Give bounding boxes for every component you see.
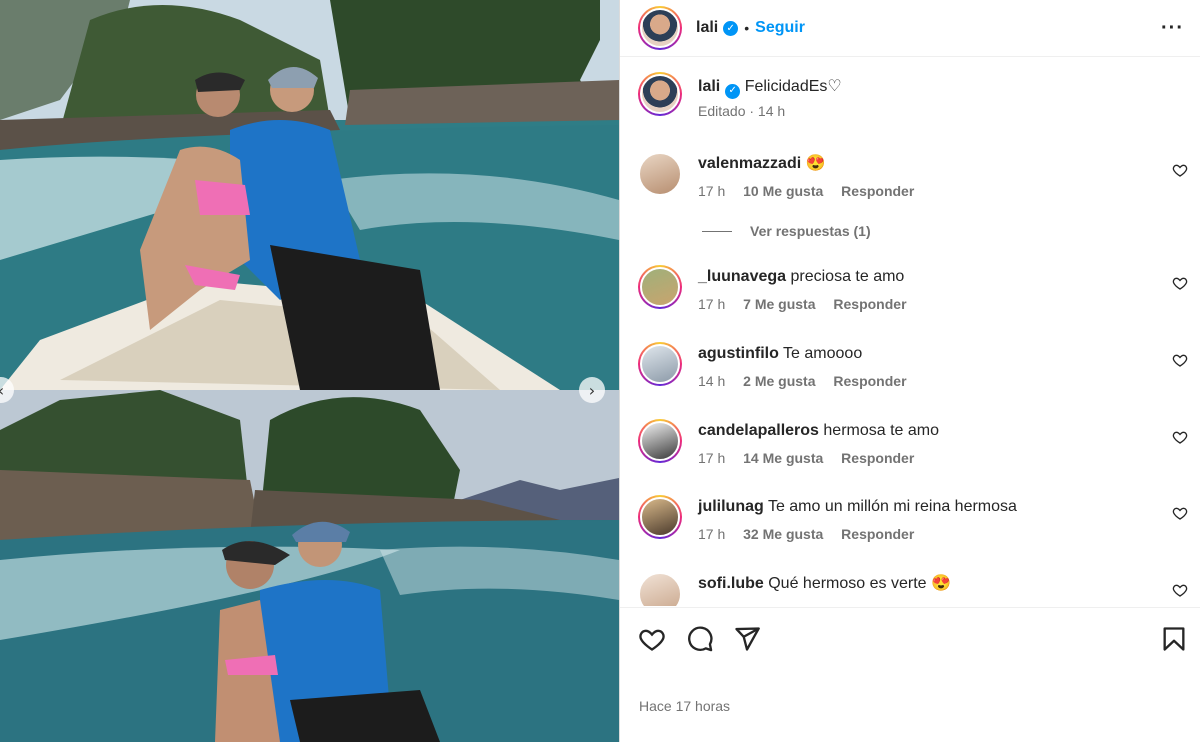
- comment-username[interactable]: sofi.lube: [698, 575, 764, 592]
- view-replies-button[interactable]: Ver respuestas (1): [702, 223, 871, 239]
- comment-item: julilunag Te amo un millón mi reina herm…: [638, 495, 1200, 555]
- share-icon[interactable]: [733, 625, 761, 653]
- commenter-avatar[interactable]: [638, 152, 682, 196]
- comment-likes[interactable]: 7 Me gusta: [743, 296, 815, 312]
- author-avatar[interactable]: [638, 6, 682, 50]
- bookmark-icon[interactable]: [1160, 625, 1188, 653]
- photo-boat-top: [0, 0, 619, 390]
- comment-item: sofi.lube Qué hermoso es verte 😍: [638, 572, 1200, 606]
- comment-likes[interactable]: 32 Me gusta: [743, 526, 823, 542]
- comment-likes[interactable]: 2 Me gusta: [743, 373, 815, 389]
- comment-item: valenmazzadi 😍 17 h 10 Me gusta Responde…: [638, 152, 1200, 212]
- author-username[interactable]: lali: [696, 19, 718, 37]
- caption-text: FelicidadEs♡: [744, 78, 842, 95]
- commenter-avatar[interactable]: [638, 265, 682, 309]
- replies-divider: [702, 230, 732, 232]
- comment-username[interactable]: agustinfilo: [698, 345, 779, 362]
- comment-text: Te amo un millón mi reina hermosa: [767, 498, 1017, 515]
- comment-item: agustinfilo Te amoooo 14 h 2 Me gusta Re…: [638, 342, 1200, 402]
- comment-time: 14 h: [698, 373, 726, 389]
- comments-list[interactable]: lali ✓ FelicidadEs♡ Editado · 14 h valenm…: [620, 58, 1200, 606]
- like-comment-heart-icon[interactable]: [1172, 162, 1188, 178]
- comment-username[interactable]: _luunavega: [698, 268, 786, 285]
- comment-time: 17 h: [698, 183, 726, 199]
- reply-button[interactable]: Responder: [833, 373, 906, 389]
- post-caption: lali ✓ FelicidadEs♡ Editado · 14 h: [638, 72, 842, 120]
- comment-text: Qué hermoso es verte 😍: [768, 575, 951, 592]
- caption-username[interactable]: lali: [698, 78, 720, 95]
- verified-badge-icon: ✓: [723, 20, 739, 36]
- comment-username[interactable]: valenmazzadi: [698, 155, 801, 172]
- reply-button[interactable]: Responder: [841, 526, 914, 542]
- post-side-panel: lali ✓ • Seguir ··· lali ✓ FelicidadEs♡ E…: [619, 0, 1200, 742]
- like-comment-heart-icon[interactable]: [1172, 505, 1188, 521]
- caption-meta: Editado · 14 h: [698, 103, 786, 119]
- comment-likes[interactable]: 14 Me gusta: [743, 450, 823, 466]
- heart-icon[interactable]: [638, 625, 666, 653]
- like-comment-heart-icon[interactable]: [1172, 352, 1188, 368]
- comment-item: _luunavega preciosa te amo 17 h 7 Me gus…: [638, 265, 1200, 325]
- comment-time: 17 h: [698, 526, 726, 542]
- comment-icon[interactable]: [686, 625, 714, 653]
- commenter-avatar[interactable]: [638, 572, 682, 606]
- reply-button[interactable]: Responder: [833, 296, 906, 312]
- comment-username[interactable]: julilunag: [698, 498, 764, 515]
- post-media[interactable]: ‹ ›: [0, 0, 619, 742]
- comment-text: 😍: [805, 155, 826, 172]
- comment-likes[interactable]: 10 Me gusta: [743, 183, 823, 199]
- like-comment-heart-icon[interactable]: [1172, 275, 1188, 291]
- author-avatar[interactable]: [638, 72, 682, 116]
- comment-text: Te amoooo: [783, 345, 863, 362]
- comment-item: candelapalleros hermosa te amo 17 h 14 M…: [638, 419, 1200, 479]
- like-comment-heart-icon[interactable]: [1172, 429, 1188, 445]
- post-actions-bar: [620, 607, 1200, 669]
- view-replies-label: Ver respuestas (1): [750, 223, 871, 239]
- comment-text: hermosa te amo: [823, 422, 940, 439]
- more-options-icon[interactable]: ···: [1161, 17, 1184, 40]
- comment-time: 17 h: [698, 450, 726, 466]
- reply-button[interactable]: Responder: [841, 183, 914, 199]
- follow-button[interactable]: Seguir: [755, 19, 805, 37]
- post-header: lali ✓ • Seguir ···: [620, 0, 1200, 57]
- photo-boat-bottom: [0, 390, 619, 742]
- comment-text: preciosa te amo: [790, 268, 905, 285]
- reply-button[interactable]: Responder: [841, 450, 914, 466]
- separator-dot: •: [744, 20, 750, 36]
- like-comment-heart-icon[interactable]: [1172, 582, 1188, 598]
- comment-time: 17 h: [698, 296, 726, 312]
- commenter-avatar[interactable]: [638, 419, 682, 463]
- verified-badge-icon: ✓: [725, 83, 741, 99]
- post-timestamp: Hace 17 horas: [639, 698, 731, 714]
- commenter-avatar[interactable]: [638, 342, 682, 386]
- comment-username[interactable]: candelapalleros: [698, 422, 819, 439]
- commenter-avatar[interactable]: [638, 495, 682, 539]
- next-arrow-icon[interactable]: ›: [579, 377, 605, 403]
